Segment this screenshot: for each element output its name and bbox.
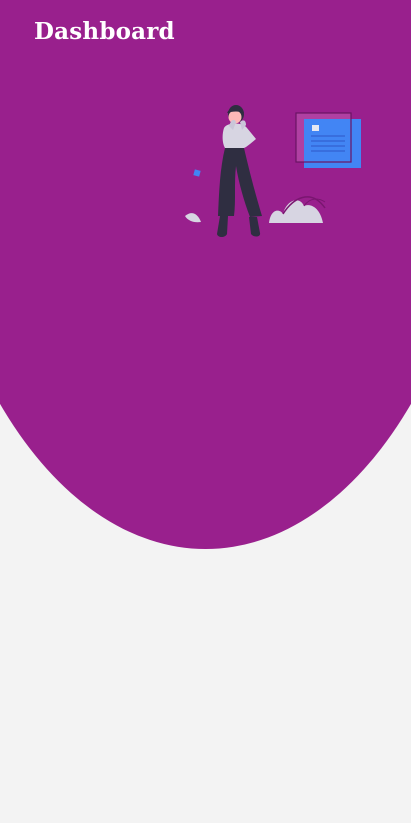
header-background [0, 0, 411, 549]
dashboard-screen: Dashboard [0, 0, 411, 823]
woman-with-document-illustration [185, 105, 361, 237]
document-card-icon [295, 112, 361, 168]
person-figure [217, 105, 262, 237]
leaf-icon [185, 213, 201, 223]
page-title: Dashboard [34, 18, 175, 45]
cube-icon [193, 169, 201, 177]
bush-icon [269, 196, 326, 223]
